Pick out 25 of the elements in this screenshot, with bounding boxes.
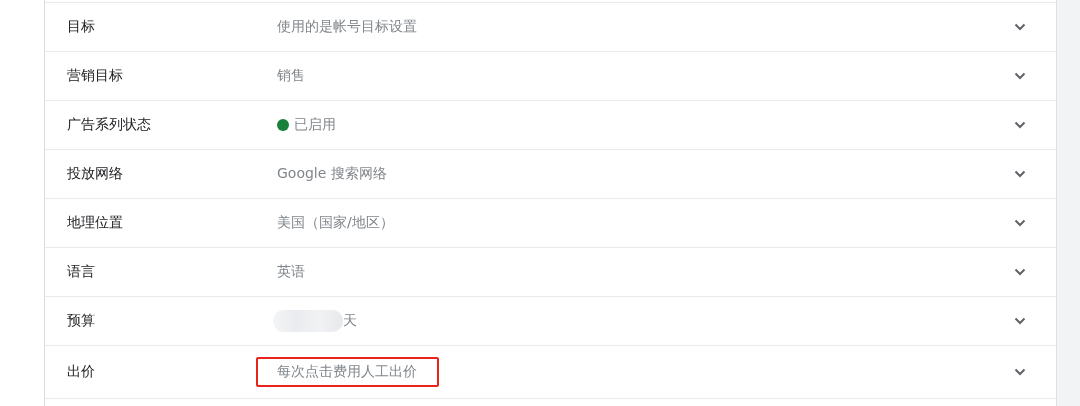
setting-value: Google 搜索网络: [277, 165, 387, 183]
setting-value: 使用的是帐号目标设置: [277, 18, 417, 36]
chevron-down-icon[interactable]: [1014, 121, 1026, 129]
setting-label: 营销目标: [67, 67, 124, 85]
setting-label: 广告系列状态: [67, 116, 152, 134]
setting-value: 已启用: [294, 116, 336, 134]
setting-value: 美国（国家/地区）: [277, 214, 394, 232]
setting-value: 天: [343, 312, 357, 330]
chevron-down-icon[interactable]: [1014, 72, 1026, 80]
chevron-down-icon[interactable]: [1014, 368, 1026, 376]
setting-label: 目标: [67, 18, 96, 36]
setting-value: 英语: [277, 263, 305, 281]
setting-label: 预算: [67, 312, 96, 330]
chevron-down-icon[interactable]: [1014, 219, 1026, 227]
setting-label: 地理位置: [67, 214, 124, 232]
chevron-down-icon[interactable]: [1014, 268, 1026, 276]
chevron-down-icon[interactable]: [1014, 23, 1026, 31]
redacted-block: [273, 310, 343, 332]
chevron-down-icon[interactable]: [1014, 170, 1026, 178]
chevron-down-icon[interactable]: [1014, 317, 1026, 325]
setting-value: 每次点击费用人工出价: [277, 363, 417, 381]
setting-label: 出价: [67, 363, 96, 381]
setting-label: 投放网络: [67, 165, 124, 183]
setting-label: 语言: [67, 263, 96, 281]
setting-value: 销售: [277, 67, 305, 85]
